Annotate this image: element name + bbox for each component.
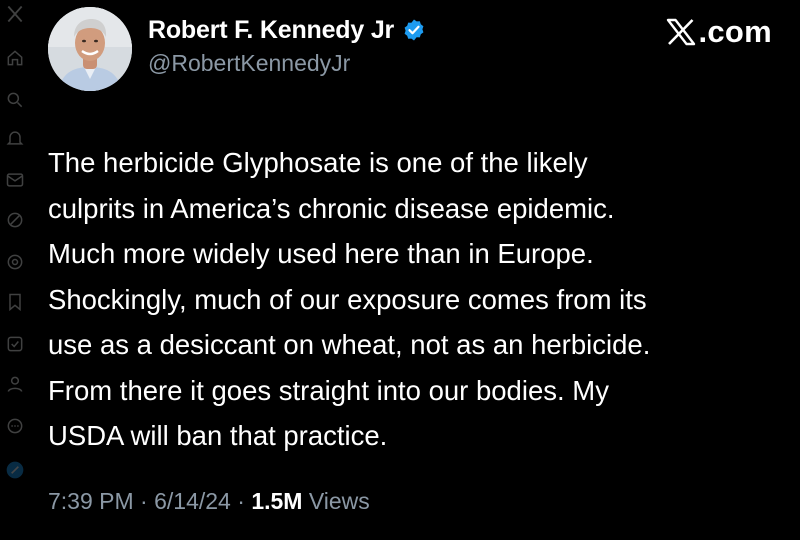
tweet-text-line: culprits in America’s chronic disease ep… bbox=[48, 192, 615, 224]
tweet-meta: 7:39 PM · 6/14/24 · 1.5M Views bbox=[48, 488, 370, 515]
meta-separator: · bbox=[230, 488, 252, 514]
notifications-icon[interactable] bbox=[5, 128, 25, 148]
post-time[interactable]: 7:39 PM bbox=[48, 488, 134, 514]
bookmarks-icon[interactable] bbox=[5, 292, 25, 312]
post-icon[interactable] bbox=[5, 460, 25, 480]
tweet-text-line: Much more widely used here than in Europ… bbox=[48, 238, 594, 269]
profile-icon[interactable] bbox=[5, 374, 25, 394]
display-name[interactable]: Robert F. Kennedy Jr bbox=[148, 16, 394, 45]
avatar[interactable] bbox=[48, 7, 132, 91]
x-com-brand: .com bbox=[666, 14, 772, 50]
avatar-photo bbox=[48, 7, 132, 91]
home-icon[interactable] bbox=[5, 48, 25, 68]
author-handle[interactable]: @RobertKennedyJr bbox=[148, 50, 350, 77]
sidebar-nav bbox=[0, 0, 30, 540]
communities-icon[interactable] bbox=[5, 252, 25, 272]
verified-badge-icon[interactable] bbox=[402, 18, 426, 42]
views-label: Views bbox=[302, 488, 370, 514]
brand-domain-text: .com bbox=[698, 14, 772, 49]
meta-separator: · bbox=[133, 488, 155, 514]
tweet-text-line: The herbicide Glyphosate is one of the l… bbox=[48, 147, 588, 178]
tweet-text-line: use as a desiccant on wheat, not as an h… bbox=[48, 329, 651, 360]
premium-icon[interactable] bbox=[5, 334, 25, 354]
tweet-text: The herbicide Glyphosate is one of the l… bbox=[48, 140, 788, 459]
x-logo-icon bbox=[666, 18, 696, 46]
tweet-text-line: From there it goes straight into our bod… bbox=[48, 374, 609, 406]
tweet-text-line: USDA will ban that practice. bbox=[48, 420, 388, 451]
search-icon[interactable] bbox=[5, 90, 25, 110]
views-count[interactable]: 1.5M bbox=[251, 488, 302, 514]
more-icon[interactable] bbox=[5, 416, 25, 436]
post-date[interactable]: 6/14/24 bbox=[154, 488, 231, 514]
messages-icon[interactable] bbox=[5, 170, 25, 190]
x-logo-icon[interactable] bbox=[5, 4, 25, 24]
tweet-text-line: Shockingly, much of our exposure comes f… bbox=[48, 283, 647, 315]
author-row: Robert F. Kennedy Jr bbox=[148, 14, 426, 46]
grok-icon[interactable] bbox=[5, 210, 25, 230]
